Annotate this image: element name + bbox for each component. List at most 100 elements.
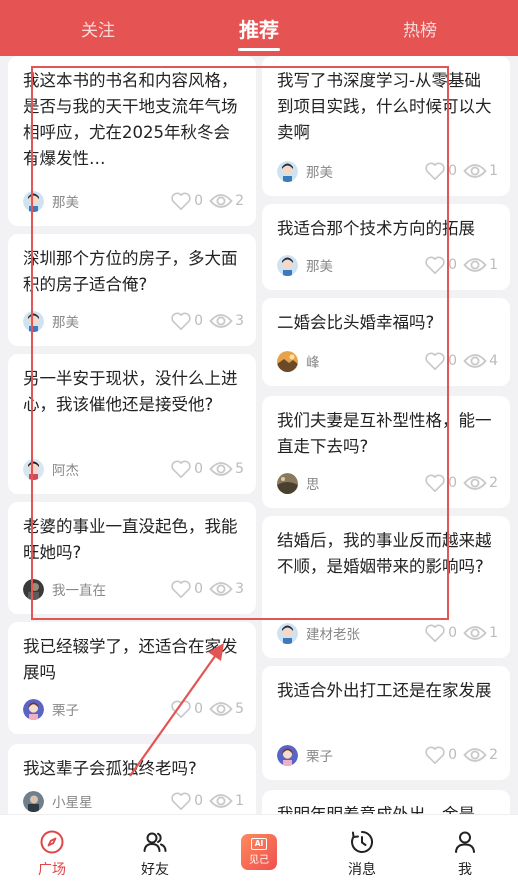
like-count: 0 — [448, 163, 458, 179]
post-card[interactable]: 结婚后，我的事业反而越来越不顺，是婚姻带来的影响吗? 建材老张 0 1 — [262, 516, 510, 658]
post-author: 思 — [306, 477, 320, 493]
ai-assistant-icon: AI 见己 — [241, 834, 277, 870]
feed[interactable]: 我这本书的书名和内容风格，是否与我的天干地支流年气场相呼应，尤在2025年秋冬会… — [0, 56, 518, 814]
avatar[interactable] — [23, 190, 44, 212]
post-author: 那美 — [52, 315, 79, 331]
view-count: 4 — [489, 353, 498, 369]
post-card[interactable]: 我写了书深度学习-从零基础到项目实践，什么时候可以大卖啊 那美 0 1 — [262, 56, 510, 196]
post-author: 那美 — [306, 165, 333, 181]
post-card[interactable]: 深圳那个方位的房子，多大面积的房子适合俺? 那美 0 3 — [8, 234, 256, 346]
avatar[interactable] — [277, 254, 298, 276]
nav-label: 好友 — [141, 862, 169, 878]
eye-icon — [209, 582, 233, 596]
like-stat[interactable]: 0 — [424, 623, 457, 643]
tab-follow[interactable]: 关注 — [48, 0, 148, 56]
post-card[interactable]: 我适合外出打工还是在家发展 栗子 0 2 — [262, 666, 510, 780]
nav-label: 消息 — [348, 862, 376, 878]
like-count: 0 — [194, 581, 204, 597]
post-card[interactable]: 我们夫妻是互补型性格，能一直走下去吗? 思 0 2 — [262, 396, 510, 508]
like-stat[interactable]: 0 — [424, 473, 457, 493]
heart-icon — [425, 256, 445, 274]
heart-icon — [425, 624, 445, 642]
post-title: 我们夫妻是互补型性格，能一直走下去吗? — [277, 411, 492, 456]
view-stat: 2 — [209, 192, 244, 210]
like-stat[interactable]: 0 — [424, 745, 457, 765]
like-count: 0 — [448, 475, 458, 491]
post-author: 栗子 — [52, 703, 79, 719]
like-stat[interactable]: 0 — [170, 191, 203, 211]
top-tab-bar: 关注 推荐 热榜 — [0, 0, 518, 56]
view-count: 1 — [489, 625, 498, 641]
post-card[interactable]: 老婆的事业一直没起色，我能旺她吗? 我一直在 0 3 — [8, 502, 256, 614]
post-card[interactable]: 我明年明着意成外出，金是 — [262, 790, 510, 814]
like-stat[interactable]: 0 — [170, 579, 203, 599]
eye-icon — [209, 194, 233, 208]
post-card[interactable]: 我已经辍学了，还适合在家发展吗 栗子 0 5 — [8, 622, 256, 734]
like-count: 0 — [448, 257, 458, 273]
view-count: 2 — [489, 747, 498, 763]
view-count: 5 — [235, 461, 244, 477]
like-stat[interactable]: 0 — [170, 791, 203, 811]
avatar[interactable] — [277, 622, 298, 644]
avatar[interactable] — [277, 160, 298, 182]
active-tab-indicator — [238, 48, 280, 51]
like-stat[interactable]: 0 — [170, 311, 203, 331]
post-author: 那美 — [306, 259, 333, 275]
like-count: 0 — [448, 625, 458, 641]
nav-me[interactable]: 我 — [425, 815, 505, 895]
post-card[interactable]: 另一半安于现状，没什么上进心，我该催他还是接受他? 阿杰 0 5 — [8, 354, 256, 494]
like-stat[interactable]: 0 — [170, 459, 203, 479]
post-author: 小星星 — [52, 795, 93, 811]
post-card[interactable]: 二婚会比头婚幸福吗? 峰 0 4 — [262, 298, 510, 386]
user-icon — [455, 831, 475, 853]
avatar[interactable] — [277, 472, 298, 494]
like-stat[interactable]: 0 — [424, 351, 457, 371]
nav-friends[interactable]: 好友 — [115, 815, 195, 895]
nav-square[interactable]: 广场 — [12, 815, 92, 895]
avatar[interactable] — [277, 744, 298, 766]
post-title: 我适合那个技术方向的拓展 — [277, 219, 475, 238]
view-stat: 4 — [463, 352, 498, 370]
post-footer: 小星星 0 1 — [23, 790, 244, 812]
avatar[interactable] — [23, 698, 44, 720]
eye-icon — [209, 314, 233, 328]
view-stat: 2 — [463, 746, 498, 764]
post-card[interactable]: 我这本书的书名和内容风格，是否与我的天干地支流年气场相呼应，尤在2025年秋冬会… — [8, 56, 256, 226]
eye-icon — [463, 164, 487, 178]
view-stat: 5 — [209, 700, 244, 718]
post-card[interactable]: 我适合那个技术方向的拓展 那美 0 1 — [262, 204, 510, 290]
heart-icon — [171, 312, 191, 330]
post-title: 老婆的事业一直没起色，我能旺她吗? — [23, 517, 238, 562]
like-stat[interactable]: 0 — [170, 699, 203, 719]
like-stat[interactable]: 0 — [424, 161, 457, 181]
avatar[interactable] — [277, 350, 298, 372]
post-author: 我一直在 — [52, 583, 106, 599]
post-footer: 我一直在 0 3 — [23, 578, 244, 600]
eye-icon — [209, 794, 233, 808]
heart-icon — [171, 460, 191, 478]
avatar[interactable] — [23, 578, 44, 600]
heart-icon — [171, 792, 191, 810]
view-count: 2 — [489, 475, 498, 491]
like-stat[interactable]: 0 — [424, 255, 457, 275]
nav-label: 我 — [458, 862, 472, 878]
like-count: 0 — [194, 193, 204, 209]
avatar[interactable] — [23, 310, 44, 332]
nav-messages[interactable]: 消息 — [322, 815, 402, 895]
eye-icon — [209, 702, 233, 716]
avatar[interactable] — [23, 790, 44, 812]
post-title: 结婚后，我的事业反而越来越不顺，是婚姻带来的影响吗? — [277, 531, 492, 576]
post-footer: 建材老张 0 1 — [277, 622, 498, 644]
view-stat: 1 — [209, 792, 244, 810]
view-stat: 1 — [463, 256, 498, 274]
post-card[interactable]: 我这辈子会孤独终老吗? 小星星 0 1 — [8, 744, 256, 814]
ai-label: 见己 — [249, 855, 269, 866]
like-count: 0 — [448, 353, 458, 369]
avatar[interactable] — [23, 458, 44, 480]
heart-icon — [425, 352, 445, 370]
like-count: 0 — [194, 461, 204, 477]
tab-hot[interactable]: 热榜 — [370, 0, 470, 56]
heart-icon — [425, 746, 445, 764]
nav-ai-jianji[interactable]: AI 见己 — [219, 815, 299, 895]
view-count: 3 — [235, 581, 244, 597]
